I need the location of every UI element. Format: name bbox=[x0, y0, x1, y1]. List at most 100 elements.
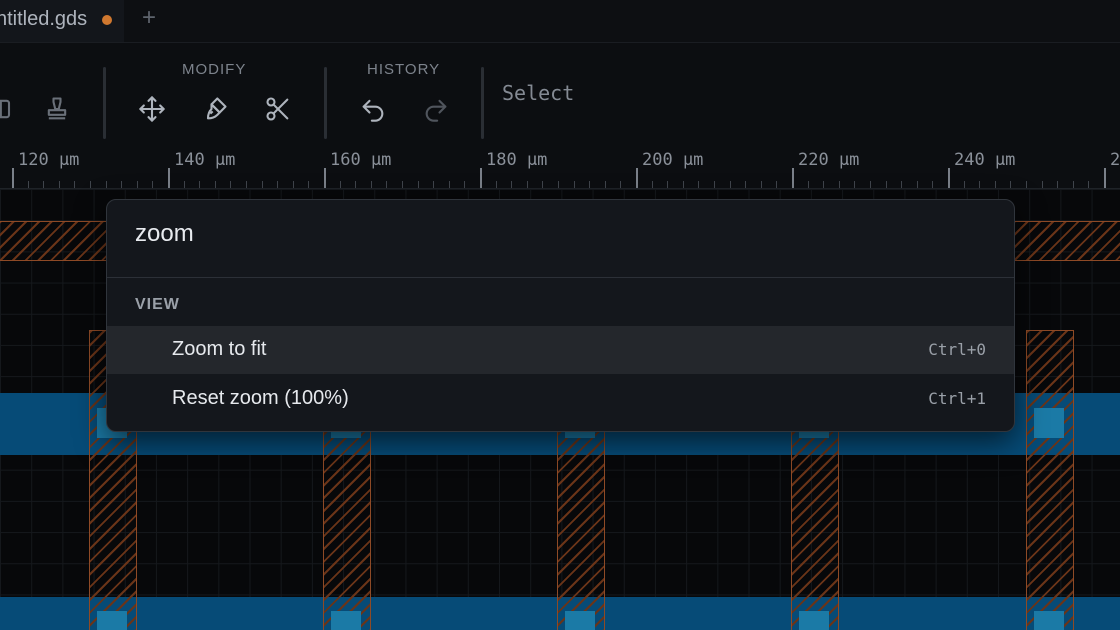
toolbar: MODIFY HISTORY Select bbox=[0, 42, 1120, 149]
ruler-tick bbox=[589, 181, 591, 188]
history-group-label: HISTORY bbox=[367, 61, 441, 78]
ruler-tick bbox=[1088, 181, 1090, 188]
tab-bar: ntitled.gds + bbox=[0, 0, 1120, 42]
poly-shape[interactable] bbox=[0, 221, 110, 261]
scissors-icon bbox=[266, 97, 289, 121]
ruler-tick bbox=[121, 181, 123, 188]
ruler-tick bbox=[870, 181, 871, 188]
layers-icon bbox=[0, 99, 11, 119]
undo-button[interactable] bbox=[355, 91, 391, 127]
ruler-tick bbox=[511, 181, 513, 188]
mode-indicator: Select bbox=[502, 81, 575, 105]
palette-divider bbox=[107, 277, 1014, 278]
ruler-tick bbox=[604, 181, 606, 188]
stamp-icon bbox=[47, 97, 67, 120]
ruler-tick bbox=[776, 181, 778, 188]
ruler-label: 2 bbox=[1110, 150, 1120, 170]
ruler-tick bbox=[823, 181, 825, 188]
new-tab-button[interactable]: + bbox=[142, 4, 156, 32]
ruler-tick bbox=[324, 168, 326, 188]
ruler-tick bbox=[651, 181, 653, 188]
ruler-tick bbox=[1041, 181, 1043, 188]
via[interactable] bbox=[1034, 611, 1064, 630]
ruler-tick bbox=[495, 181, 497, 188]
ruler-tick bbox=[355, 181, 357, 188]
ruler-tick bbox=[698, 181, 700, 188]
ruler-tick bbox=[636, 168, 638, 188]
ruler-tick bbox=[979, 181, 981, 188]
ruler-tick bbox=[386, 181, 388, 188]
ruler-tick bbox=[43, 181, 45, 188]
ruler-tick bbox=[214, 181, 216, 188]
via[interactable] bbox=[331, 611, 361, 630]
ruler-tick bbox=[433, 181, 435, 188]
ruler-label: 120 µm bbox=[18, 150, 80, 170]
command-reset-zoom[interactable]: Reset zoom (100%) Ctrl+1 bbox=[107, 375, 1014, 423]
ruler-tick bbox=[417, 181, 419, 188]
horizontal-ruler[interactable]: 120 µm 140 µm 160 µm 180 µm 200 µm 220 µ… bbox=[0, 148, 1120, 189]
ruler-tick bbox=[573, 181, 575, 188]
ruler-tick bbox=[370, 181, 372, 188]
ruler-tick bbox=[792, 168, 794, 188]
ruler-tick bbox=[682, 181, 684, 188]
undo-icon bbox=[362, 99, 384, 122]
redo-button[interactable] bbox=[418, 91, 454, 127]
command-search-input[interactable] bbox=[135, 220, 975, 248]
paint-tool-button[interactable] bbox=[197, 91, 233, 127]
ruler-tick bbox=[542, 181, 544, 188]
ruler-label: 200 µm bbox=[642, 150, 704, 170]
ruler-tick bbox=[916, 181, 918, 188]
cut-tool-button[interactable] bbox=[260, 91, 296, 127]
via[interactable] bbox=[799, 611, 829, 630]
ruler-tick bbox=[745, 181, 747, 188]
via[interactable] bbox=[97, 611, 127, 630]
ruler-tick bbox=[58, 181, 60, 188]
ruler-tick bbox=[714, 181, 715, 188]
ruler-tick bbox=[448, 181, 450, 188]
ruler-tick bbox=[480, 168, 482, 188]
ruler-tick bbox=[1026, 181, 1027, 188]
ruler-label: 160 µm bbox=[330, 150, 392, 170]
ruler-tick bbox=[760, 181, 762, 188]
ruler-tick bbox=[308, 181, 310, 188]
poly-shape[interactable] bbox=[1012, 221, 1120, 261]
via[interactable] bbox=[565, 611, 595, 630]
command-shortcut: Ctrl+1 bbox=[928, 389, 986, 408]
ruler-tick bbox=[854, 181, 856, 188]
poly-finger[interactable] bbox=[1026, 330, 1074, 630]
ruler-tick bbox=[105, 181, 107, 188]
ruler-tick bbox=[1057, 181, 1059, 188]
ruler-tick bbox=[246, 181, 247, 188]
stamp-tool-button[interactable] bbox=[39, 91, 75, 127]
ruler-tick bbox=[230, 181, 232, 188]
command-shortcut: Ctrl+0 bbox=[928, 340, 986, 359]
toolbar-separator bbox=[481, 67, 484, 139]
ruler-tick bbox=[136, 181, 138, 188]
file-tab-title: ntitled.gds bbox=[0, 8, 88, 30]
modify-group-label: MODIFY bbox=[182, 61, 247, 78]
ruler-tick bbox=[339, 181, 341, 188]
ruler-tick bbox=[963, 181, 965, 188]
palette-section-view: VIEW bbox=[135, 296, 180, 313]
ruler-label: 180 µm bbox=[486, 150, 548, 170]
toolbar-separator bbox=[324, 67, 327, 139]
toolbar-separator bbox=[103, 67, 106, 139]
ruler-tick bbox=[838, 181, 840, 188]
ruler-tick bbox=[1072, 181, 1074, 188]
ruler-tick bbox=[729, 181, 731, 188]
brush-icon bbox=[206, 97, 227, 120]
via[interactable] bbox=[1034, 408, 1064, 438]
file-tab[interactable]: ntitled.gds bbox=[0, 0, 124, 42]
ruler-tick bbox=[168, 168, 170, 188]
command-label: Zoom to fit bbox=[172, 338, 267, 360]
command-zoom-to-fit[interactable]: Zoom to fit Ctrl+0 bbox=[107, 326, 1014, 374]
ruler-tick bbox=[620, 181, 622, 188]
ruler-label: 140 µm bbox=[174, 150, 236, 170]
ruler-tick bbox=[901, 181, 903, 188]
ruler-tick bbox=[1104, 168, 1106, 188]
unsaved-indicator bbox=[102, 15, 112, 25]
ruler-tick bbox=[526, 181, 528, 188]
layers-tool-button[interactable] bbox=[0, 91, 20, 127]
move-tool-button[interactable] bbox=[134, 91, 170, 127]
ruler-label: 240 µm bbox=[954, 150, 1016, 170]
